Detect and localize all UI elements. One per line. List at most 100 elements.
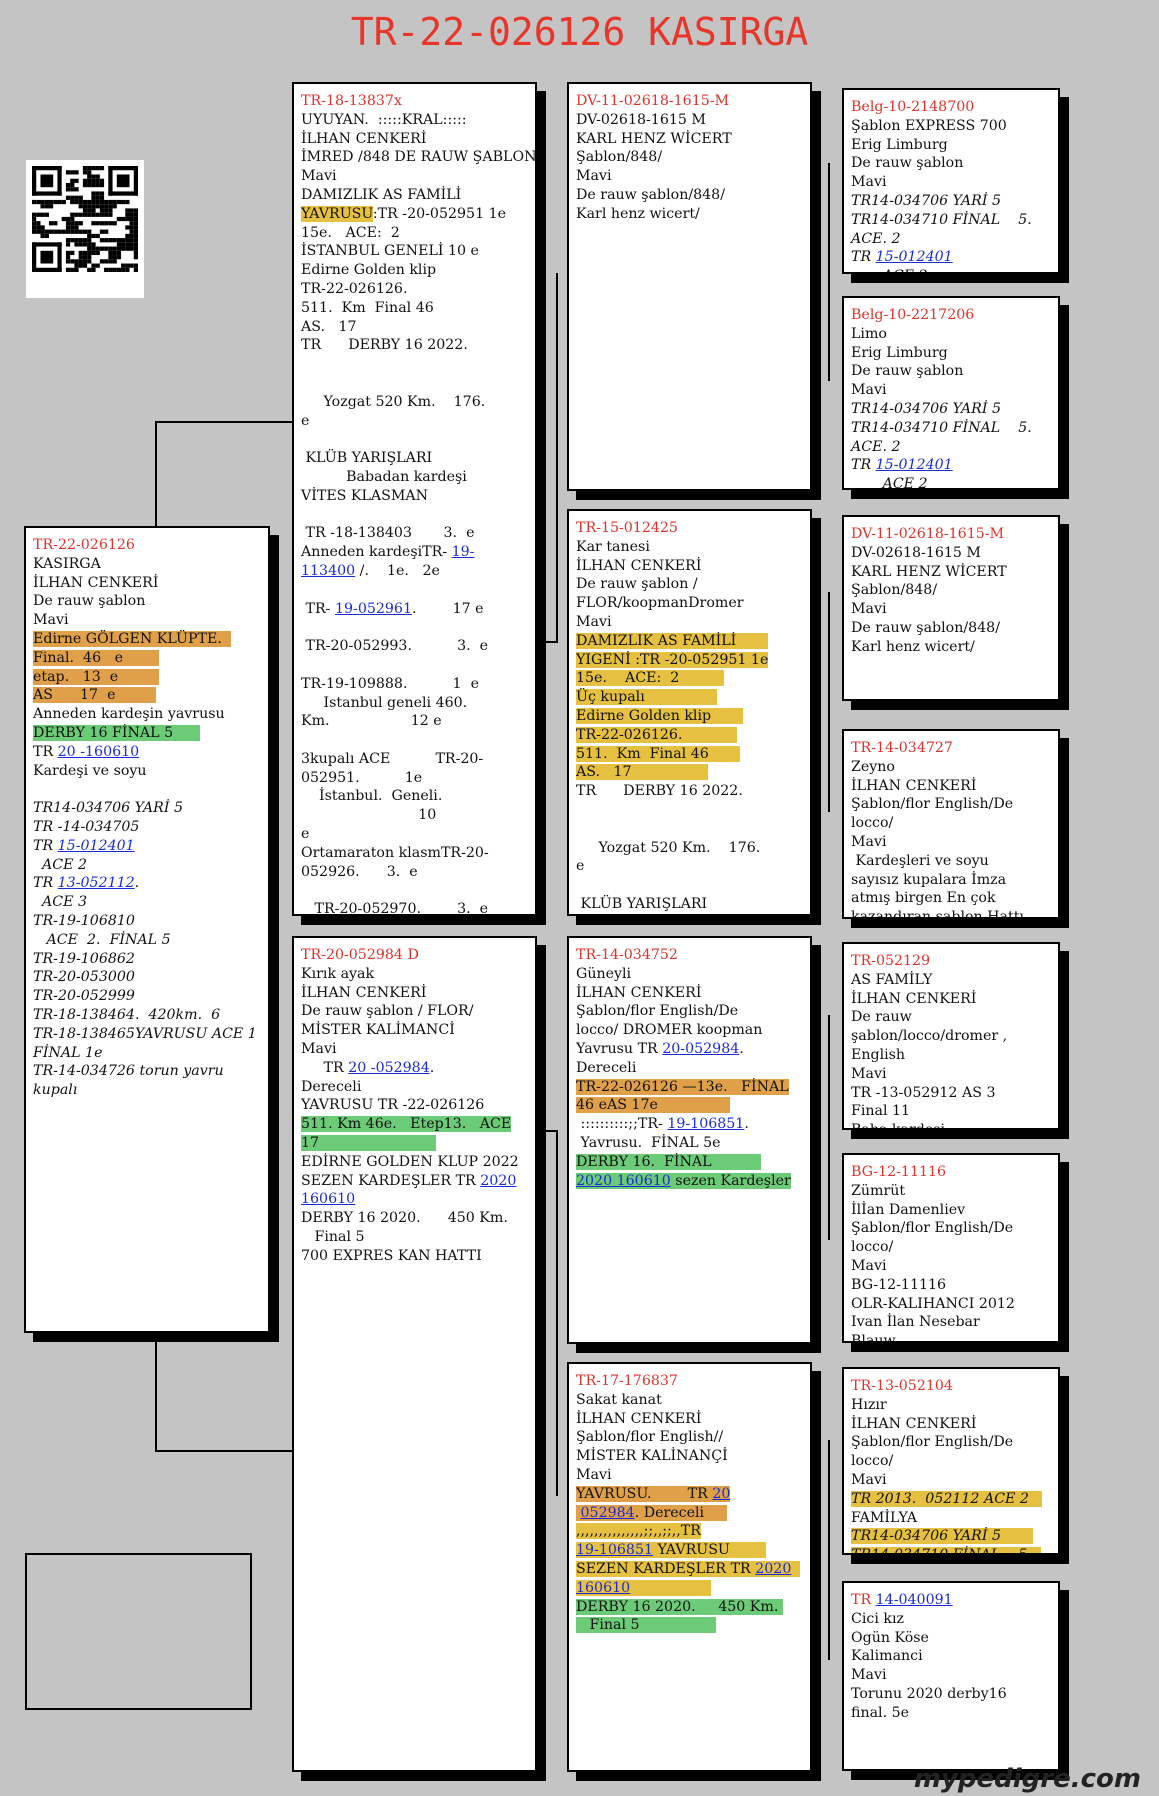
card-line: e	[301, 412, 310, 429]
pedigree-card-sire-dam[interactable]: TR-15-012425 Kar tanesi İLHAN CENKERİ De ra…	[567, 509, 812, 916]
card-line: ,,,,,,,,,,,,,,,;;,,;;,,TR	[576, 1522, 804, 1541]
text-segment: SEZEN KARDEŞLER TR	[301, 1172, 481, 1189]
pedigree-link[interactable]: 20 -160610	[58, 744, 140, 760]
card-line: 052951. 1e	[301, 769, 423, 786]
pedigree-link[interactable]: 113400	[301, 563, 355, 579]
pedigree-card-dam-dam[interactable]: TR-17-176837 Sakat kanat İLHAN CENKERİ Şabl…	[567, 1362, 812, 1772]
pedigree-card-dds[interactable]: TR-13-052104 Hızır İLHAN CENKERİ Şablon/flo…	[842, 1367, 1060, 1555]
card-line	[301, 355, 529, 374]
card-line: Final. 46 e	[33, 649, 262, 668]
connector	[828, 163, 830, 381]
text-segment: TR	[301, 1059, 349, 1076]
card-line: İLHAN CENKERİ	[576, 1410, 702, 1427]
pedigree-link[interactable]: 2020 160610	[576, 1173, 671, 1189]
highlight: YAVRUSU	[301, 205, 373, 222]
card-line: Mavi	[851, 1667, 887, 1684]
pedigree-link[interactable]: 15-012401	[876, 457, 953, 473]
pedigree-card-ssd[interactable]: Belg-10-2217206 Limo Erig Limburg De rauw ş…	[842, 296, 1060, 490]
card-line: Erig Limburg	[851, 344, 948, 361]
card-line: KARL HENZ WİCERT	[851, 563, 1007, 580]
connector	[546, 641, 558, 643]
highlight: 2020 160610 sezen Kardeşler	[576, 1172, 791, 1189]
highlight: TR14-034706 YARİ 5	[851, 1528, 1033, 1545]
highlight: TR-22-026126.	[576, 726, 737, 743]
text-segment: . Dereceli	[634, 1504, 727, 1521]
card-line: Anneden kardeşiTR- 19-	[301, 543, 529, 562]
ring-number: DV-11-02618-1615-M	[576, 93, 730, 109]
card-line: VİTES KLASMAN	[301, 487, 429, 504]
card-line: Anneden kardeşin yavrusu	[33, 706, 225, 723]
highlight: DAMIZLIK AS FAMİLİ	[576, 632, 768, 649]
card-line: ACE. 2	[851, 438, 901, 455]
text-segment	[630, 1580, 711, 1596]
card-line: Baba kardeşi	[851, 1121, 1052, 1128]
pedigree-link[interactable]: 14-040091	[876, 1592, 953, 1608]
qr-code-icon	[32, 166, 138, 272]
pedigree-link[interactable]: 13-052112	[58, 875, 135, 891]
pedigree-link[interactable]: 160610	[301, 1191, 355, 1207]
card-line: Torunu 2020 derby16	[851, 1685, 1007, 1702]
card-line: İstanbul. Geneli.	[301, 788, 443, 805]
pedigree-link[interactable]: 2020	[480, 1173, 516, 1189]
page-title: TR-22-026126 KASIRGA	[350, 10, 809, 54]
connector	[828, 1015, 830, 1240]
pedigree-card-dam-sire[interactable]: TR-14-034752 Güneyli İLHAN CENKERİ Şablon/f…	[567, 936, 812, 1344]
pedigree-link[interactable]: 15-012401	[58, 838, 135, 854]
card-line: Kardeşleri ve soyu	[851, 852, 989, 869]
pedigree-card-dam[interactable]: TR-20-052984 D Kırık ayak İLHAN CENKERİ De …	[292, 936, 537, 1772]
highlight: 19-106851 YAVRUSU	[576, 1542, 766, 1559]
text-segment: TR	[33, 837, 58, 854]
pedigree-link[interactable]: 19-052961	[335, 601, 412, 617]
empty-frame	[25, 1553, 252, 1710]
connector	[546, 1130, 558, 1132]
card-line: KLÜB YARIŞLARI	[576, 895, 708, 912]
card-line	[576, 801, 804, 820]
pedigree-card-sss[interactable]: Belg-10-2148700 Şablon EXPRESS 700 Erig Li…	[842, 88, 1060, 274]
card-line: sayısız kupalara İmza	[851, 871, 1007, 888]
pedigree-card-dss[interactable]: TR-052129 AS FAMİLY İLHAN CENKERİ De rauw şa…	[842, 942, 1060, 1130]
card-line: English	[851, 1046, 906, 1063]
text-segment: Anneden kardeşiTR-	[301, 544, 452, 561]
card-line: TR-20-053000	[33, 969, 135, 986]
pedigree-link[interactable]: 2020	[755, 1561, 791, 1577]
card-line: İMRED /848 DE RAUW ŞABLON	[301, 149, 537, 166]
card-line: 160610	[576, 1579, 804, 1598]
card-line	[301, 881, 529, 900]
pedigree-card-dsd[interactable]: BG-12-11116 Zümrüt İlİan Damenliev Şablon/f…	[842, 1153, 1060, 1343]
pedigree-link[interactable]: 160610	[576, 1580, 630, 1596]
connector	[155, 421, 157, 529]
pedigree-card-sds[interactable]: DV-11-02618-1615-M DV-02618-1615 M KARL HE…	[842, 515, 1060, 701]
card-line: 19-106851 YAVRUSU	[576, 1541, 804, 1560]
pedigree-link[interactable]: 20	[712, 1486, 730, 1502]
pedigree-card-sire-sire[interactable]: DV-11-02618-1615-M DV-02618-1615 M KARL HE…	[567, 82, 812, 491]
card-line: SEZEN KARDEŞLER TR 2020	[301, 1172, 529, 1191]
card-line: Mavi	[576, 168, 612, 185]
highlight: 46 eAS 17e	[576, 1097, 731, 1114]
card-line: Şablon/flor English/De	[851, 1434, 1014, 1451]
highlight: SEZEN KARDEŞLER TR 2020	[576, 1560, 801, 1577]
text-segment: TR-	[301, 600, 335, 617]
card-line: TR14-034710 FİNAL 5.	[851, 1546, 1052, 1553]
pedigree-link[interactable]: 19-106851	[576, 1542, 653, 1558]
card-line: UYUYAN. :::::KRAL:::::	[301, 111, 467, 128]
pedigree-card-ddd[interactable]: TR 14-040091 Cici kız Ogün Köse Kalimanci Ma…	[842, 1581, 1060, 1771]
card-line: TR14-034706 YARİ 5	[33, 800, 183, 817]
text-segment: . 17 e	[411, 600, 484, 617]
text-segment: .	[744, 1116, 749, 1133]
highlight: ,,,,,,,,,,,,,,,;;,,;;,,TR	[576, 1523, 701, 1540]
card-line: Erig Limburg	[851, 136, 948, 153]
pedigree-link[interactable]: 15-012401	[876, 249, 953, 265]
pedigree-card-main[interactable]: TR-22-026126 KASIRGA İLHAN CENKERİ De rauw …	[24, 526, 270, 1333]
pedigree-link[interactable]: 052984	[581, 1505, 635, 1521]
pedigree-card-sdd[interactable]: TR-14-034727 Zeyno İLHAN CENKERİ Şablon/flo…	[842, 729, 1060, 919]
text-segment: SEZEN KARDEŞLER TR	[576, 1560, 756, 1577]
card-line: İLHAN CENKERİ	[301, 130, 427, 147]
pedigree-link[interactable]: 20-052984	[662, 1041, 739, 1057]
card-line	[301, 731, 529, 750]
pedigree-card-sire[interactable]: TR-18-13837x UYUYAN. :::::KRAL::::: İLHAN …	[292, 82, 537, 916]
pedigree-link[interactable]: 19-106851	[667, 1116, 744, 1132]
pedigree-link[interactable]: 20 -052984	[348, 1060, 430, 1076]
card-line: ACE. 2	[851, 230, 901, 247]
card-line: DV-02618-1615 M	[851, 544, 981, 561]
pedigree-link[interactable]: 19-	[452, 544, 475, 560]
